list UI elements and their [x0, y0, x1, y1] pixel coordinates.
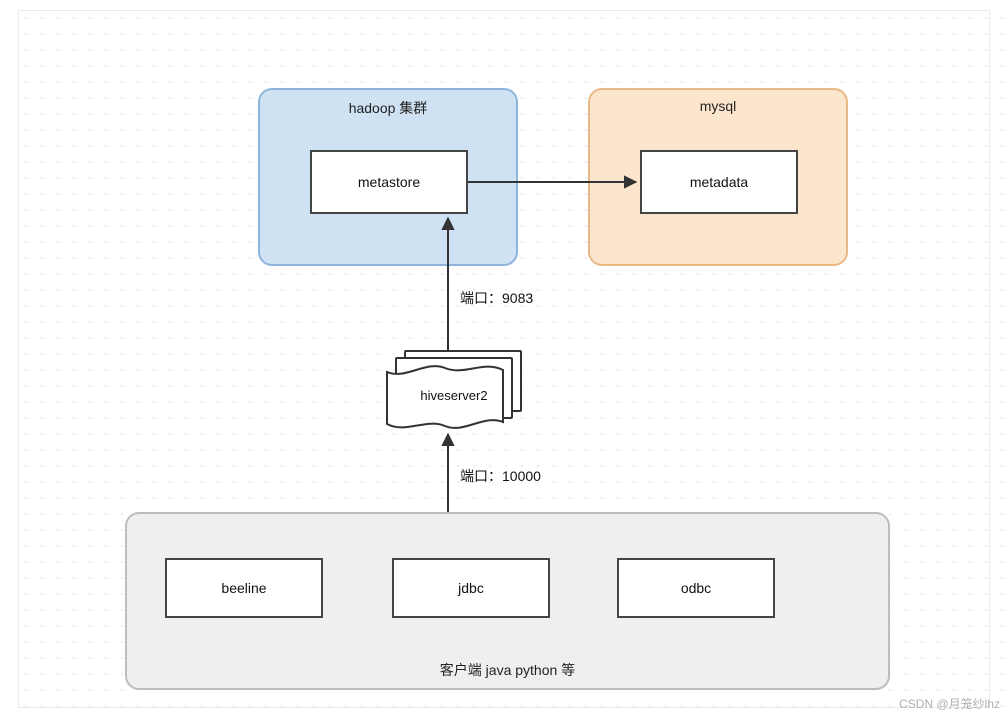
- mysql-group-title: mysql: [590, 98, 846, 114]
- metastore-label: metastore: [358, 174, 420, 190]
- edge-label-port-9083: 端口：9083: [460, 288, 533, 308]
- beeline-node: beeline: [165, 558, 323, 618]
- beeline-label: beeline: [221, 580, 266, 596]
- metadata-node: metadata: [640, 150, 798, 214]
- corner-watermark: CSDN @月笼纱lhz: [899, 695, 1000, 712]
- clients-group-footer: 客户端 java python 等: [127, 660, 888, 680]
- jdbc-label: jdbc: [458, 580, 484, 596]
- jdbc-node: jdbc: [392, 558, 550, 618]
- edge-label-port-10000: 端口：10000: [460, 466, 541, 486]
- metadata-label: metadata: [690, 174, 748, 190]
- odbc-node: odbc: [617, 558, 775, 618]
- hiveserver2-stack-front: [386, 364, 504, 430]
- flag-icon: [386, 364, 504, 430]
- odbc-label: odbc: [681, 580, 711, 596]
- diagram-canvas: https://blog.csdn.net/qq_3544004 hadoop …: [0, 0, 1008, 718]
- metastore-node: metastore: [310, 150, 468, 214]
- hiveserver2-node: hiveserver2: [386, 350, 522, 430]
- hadoop-group-title: hadoop 集群: [260, 98, 516, 118]
